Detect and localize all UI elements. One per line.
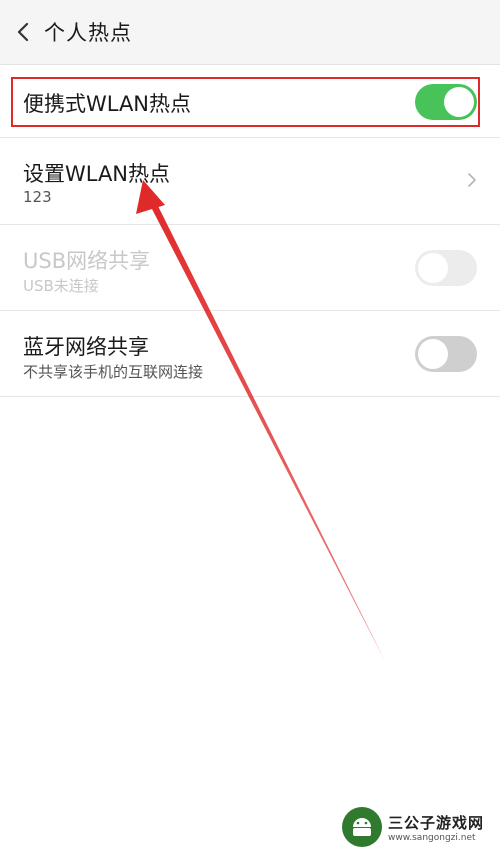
watermark: 三公子游戏网 www.sangongzi.net bbox=[342, 807, 492, 847]
row-sublabel: 123 bbox=[23, 188, 52, 206]
toggle-knob bbox=[444, 87, 474, 117]
row-setup-wlan-hotspot[interactable]: 设置WLAN热点 123 bbox=[0, 138, 500, 225]
row-label: USB网络共享 bbox=[23, 249, 151, 273]
row-portable-wlan-hotspot[interactable]: 便携式WLAN热点 bbox=[0, 64, 500, 138]
chevron-left-icon bbox=[17, 22, 29, 42]
page-title: 个人热点 bbox=[44, 21, 132, 45]
usb-tethering-toggle bbox=[415, 250, 477, 286]
toggle-knob bbox=[418, 253, 448, 283]
row-label: 蓝牙网络共享 bbox=[23, 335, 149, 359]
toggle-knob bbox=[418, 339, 448, 369]
chevron-right-icon bbox=[468, 173, 476, 187]
watermark-title: 三公子游戏网 bbox=[388, 813, 485, 832]
row-label: 设置WLAN热点 bbox=[23, 162, 171, 186]
android-logo-icon bbox=[342, 807, 382, 847]
bluetooth-tethering-toggle[interactable] bbox=[415, 336, 477, 372]
row-label: 便携式WLAN热点 bbox=[23, 92, 192, 116]
row-bluetooth-tethering[interactable]: 蓝牙网络共享 不共享该手机的互联网连接 bbox=[0, 311, 500, 397]
watermark-url: www.sangongzi.net bbox=[388, 832, 476, 843]
app-header: 个人热点 bbox=[0, 0, 500, 65]
row-usb-tethering: USB网络共享 USB未连接 bbox=[0, 225, 500, 311]
row-sublabel: 不共享该手机的互联网连接 bbox=[23, 363, 204, 381]
back-button[interactable] bbox=[2, 0, 44, 64]
row-sublabel: USB未连接 bbox=[23, 277, 99, 295]
portable-hotspot-toggle[interactable] bbox=[415, 84, 477, 120]
